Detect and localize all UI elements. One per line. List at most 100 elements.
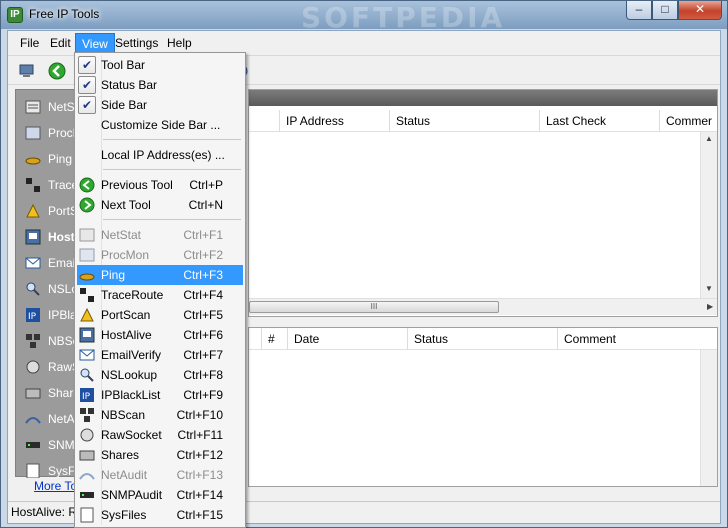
side-item-procmon[interactable]: ProcM bbox=[16, 120, 76, 146]
email-icon bbox=[79, 349, 95, 361]
scroll-right-icon[interactable]: ▶ bbox=[707, 302, 713, 311]
maximize-button[interactable]: □ bbox=[652, 1, 678, 20]
menu-item-customize-side-bar[interactable]: Customize Side Bar ... bbox=[77, 115, 243, 135]
side-item-portscan[interactable]: PortS bbox=[16, 198, 76, 224]
more-tools-link[interactable]: More Too bbox=[34, 479, 74, 495]
rawsocket-icon bbox=[26, 360, 40, 374]
menu-separator bbox=[103, 219, 241, 220]
col-log-status[interactable]: Status bbox=[407, 328, 557, 350]
title-bar[interactable]: IP Free IP Tools SOFTPEDIA – □ ✕ bbox=[1, 1, 727, 34]
menu-item-snmpaudit[interactable]: SNMPAudit Ctrl+F14 bbox=[77, 485, 243, 505]
netstat-icon bbox=[25, 100, 41, 114]
menu-item-previous-tool[interactable]: Previous Tool Ctrl+P bbox=[77, 175, 243, 195]
log-grid-header: # Date Status Comment bbox=[249, 328, 717, 350]
col-date[interactable]: Date bbox=[287, 328, 407, 350]
side-item-nslookup[interactable]: NSLo bbox=[16, 276, 76, 302]
check-icon: ✔ bbox=[78, 56, 96, 74]
side-item-traceroute[interactable]: Trace bbox=[16, 172, 76, 198]
app-icon: IP bbox=[7, 7, 23, 23]
side-bar: NetSt ProcM Ping Trace PortS HostA Email bbox=[15, 89, 76, 478]
view-menu-dropdown: ✔ Tool Bar ✔ Status Bar ✔ Side Bar Custo… bbox=[74, 52, 246, 528]
email-icon bbox=[25, 257, 41, 269]
sysfiles-icon bbox=[80, 507, 94, 523]
col-status[interactable]: Status bbox=[389, 110, 539, 132]
snmp-icon bbox=[80, 492, 94, 498]
results-vscroll[interactable]: ▲ ▼ bbox=[700, 132, 717, 300]
results-hscroll[interactable]: III ▶ bbox=[249, 298, 717, 315]
menu-item-rawsocket[interactable]: RawSocket Ctrl+F11 bbox=[77, 425, 243, 445]
menu-help[interactable]: Help bbox=[161, 33, 198, 53]
minimize-button[interactable]: – bbox=[626, 1, 652, 20]
netaudit-icon bbox=[79, 473, 95, 480]
menu-item-tool-bar[interactable]: ✔ Tool Bar bbox=[77, 55, 243, 75]
window-title: Free IP Tools bbox=[29, 7, 100, 21]
menu-item-netaudit[interactable]: NetAudit Ctrl+F13 bbox=[77, 465, 243, 485]
menu-item-traceroute[interactable]: TraceRoute Ctrl+F4 bbox=[77, 285, 243, 305]
ping-icon bbox=[79, 273, 95, 281]
col-number[interactable]: # bbox=[261, 328, 287, 350]
menu-item-nbscan[interactable]: NBScan Ctrl+F10 bbox=[77, 405, 243, 425]
menu-file[interactable]: File bbox=[14, 33, 45, 53]
side-item-ipblacklist[interactable]: IP IPBla bbox=[16, 302, 76, 328]
side-item-ping[interactable]: Ping bbox=[16, 146, 76, 172]
menu-item-netstat[interactable]: NetStat Ctrl+F1 bbox=[77, 225, 243, 245]
nbscan-icon bbox=[26, 334, 40, 348]
netaudit-icon bbox=[25, 417, 41, 424]
portscan-icon bbox=[26, 203, 40, 218]
menu-item-ping[interactable]: Ping Ctrl+F3 bbox=[77, 265, 243, 285]
menu-settings[interactable]: Settings bbox=[109, 33, 164, 53]
procmon-icon bbox=[79, 248, 95, 262]
col-comment[interactable]: Commer bbox=[659, 110, 717, 132]
menu-item-emailverify[interactable]: EmailVerify Ctrl+F7 bbox=[77, 345, 243, 365]
side-item-email[interactable]: Email bbox=[16, 250, 76, 276]
netstat-icon bbox=[79, 228, 95, 242]
menu-item-shares[interactable]: Shares Ctrl+F12 bbox=[77, 445, 243, 465]
side-item-sysfiles[interactable]: SysFi bbox=[16, 458, 76, 478]
snmp-icon bbox=[26, 442, 40, 448]
hscroll-thumb[interactable]: III bbox=[249, 301, 499, 313]
side-item-netaudit[interactable]: NetA bbox=[16, 406, 76, 432]
side-item-shares[interactable]: Share bbox=[16, 380, 76, 406]
menu-item-next-tool[interactable]: Next Tool Ctrl+N bbox=[77, 195, 243, 215]
menu-item-portscan[interactable]: PortScan Ctrl+F5 bbox=[77, 305, 243, 325]
shares-icon bbox=[25, 388, 41, 399]
panel-banner bbox=[249, 90, 717, 106]
menu-item-status-bar[interactable]: ✔ Status Bar bbox=[77, 75, 243, 95]
side-item-snmp[interactable]: SNMP bbox=[16, 432, 76, 458]
menu-item-hostalive[interactable]: HostAlive Ctrl+F6 bbox=[77, 325, 243, 345]
menu-edit[interactable]: Edit bbox=[44, 33, 77, 53]
close-button[interactable]: ✕ bbox=[678, 1, 722, 20]
side-item-hostalive[interactable]: HostA bbox=[16, 224, 76, 250]
results-grid-header: IP Address Status Last Check Commer bbox=[249, 110, 717, 132]
procmon-icon bbox=[25, 126, 41, 140]
computer-icon[interactable] bbox=[18, 62, 36, 80]
side-item-rawsocket[interactable]: RawS bbox=[16, 354, 76, 380]
col-last-check[interactable]: Last Check bbox=[539, 110, 659, 132]
ipblacklist-icon: IP bbox=[26, 308, 40, 322]
svg-text:IP: IP bbox=[28, 312, 37, 322]
menu-item-procmon[interactable]: ProcMon Ctrl+F2 bbox=[77, 245, 243, 265]
menu-item-ipblacklist[interactable]: IP IPBlackList Ctrl+F9 bbox=[77, 385, 243, 405]
menu-separator bbox=[103, 139, 241, 140]
side-item-netstat[interactable]: NetSt bbox=[16, 94, 76, 120]
scroll-down-icon[interactable]: ▼ bbox=[705, 284, 713, 293]
status-text: HostAlive: R bbox=[11, 505, 78, 519]
forward-arrow-icon bbox=[79, 197, 95, 213]
menu-item-sysfiles[interactable]: SysFiles Ctrl+F15 bbox=[77, 505, 243, 525]
hostalive-icon bbox=[79, 327, 95, 343]
back-arrow-icon[interactable] bbox=[48, 62, 66, 80]
scroll-up-icon[interactable]: ▲ bbox=[705, 134, 713, 143]
hostalive-icon bbox=[25, 229, 41, 245]
side-item-nbscan[interactable]: NBSc bbox=[16, 328, 76, 354]
menu-item-side-bar[interactable]: ✔ Side Bar bbox=[77, 95, 243, 115]
back-arrow-icon bbox=[79, 177, 95, 193]
menu-item-local-ip[interactable]: Local IP Address(es) ... bbox=[77, 145, 243, 165]
nslookup-icon bbox=[26, 282, 40, 296]
nbscan-icon bbox=[80, 408, 94, 422]
traceroute-icon bbox=[80, 288, 94, 302]
sysfiles-icon bbox=[26, 463, 40, 478]
col-log-comment[interactable]: Comment bbox=[557, 328, 717, 350]
col-ip-address[interactable]: IP Address bbox=[279, 110, 389, 132]
menu-item-nslookup[interactable]: NSLookup Ctrl+F8 bbox=[77, 365, 243, 385]
log-vscroll[interactable] bbox=[700, 350, 717, 486]
